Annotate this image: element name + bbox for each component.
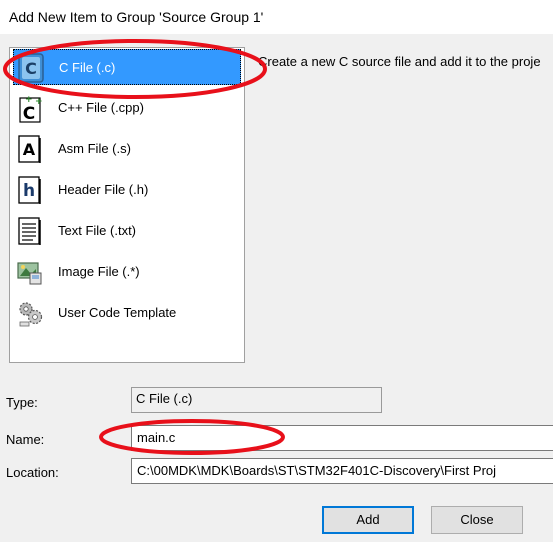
list-item-label: Image File (.*) bbox=[58, 264, 140, 279]
list-item-label: Text File (.txt) bbox=[58, 223, 137, 238]
location-input[interactable]: C:\00MDK\MDK\Boards\ST\STM32F401C-Discov… bbox=[131, 458, 553, 484]
list-item-header-file[interactable]: h Header File (.h) bbox=[13, 172, 241, 208]
type-field: C File (.c) bbox=[131, 387, 382, 413]
file-type-description: Create a new C source file and add it to… bbox=[258, 54, 541, 69]
list-item-label: C++ File (.cpp) bbox=[58, 100, 144, 115]
list-item-asm-file[interactable]: A Asm File (.s) bbox=[13, 131, 241, 167]
code-template-icon bbox=[19, 302, 43, 327]
location-label: Location: bbox=[6, 465, 59, 480]
add-button[interactable]: Add bbox=[322, 506, 414, 534]
image-file-icon bbox=[17, 262, 42, 285]
cpp-file-icon: C + + bbox=[19, 95, 43, 123]
type-label: Type: bbox=[6, 395, 38, 410]
svg-text:C: C bbox=[23, 104, 35, 123]
title-bar: Add New Item to Group 'Source Group 1' bbox=[0, 0, 553, 34]
list-item-image-file[interactable]: Image File (.*) bbox=[13, 254, 241, 290]
svg-text:+: + bbox=[25, 95, 33, 105]
file-type-list[interactable]: C C File (.c) C + + C++ File (.cpp) A As… bbox=[9, 47, 245, 363]
list-item-label: User Code Template bbox=[58, 305, 177, 320]
list-item-text-file[interactable]: Text File (.txt) bbox=[13, 213, 241, 249]
close-button[interactable]: Close bbox=[431, 506, 523, 534]
svg-text:h: h bbox=[23, 181, 35, 201]
list-item-label: C File (.c) bbox=[59, 60, 116, 75]
name-label: Name: bbox=[6, 432, 45, 447]
list-item-user-code-template[interactable]: User Code Template bbox=[13, 295, 241, 331]
svg-text:C: C bbox=[25, 59, 37, 78]
list-item-label: Header File (.h) bbox=[58, 182, 149, 197]
name-input[interactable]: main.c bbox=[131, 425, 553, 451]
list-item-label: Asm File (.s) bbox=[58, 141, 131, 156]
svg-text:+: + bbox=[35, 97, 43, 107]
asm-file-icon: A bbox=[18, 135, 41, 163]
window-title: Add New Item to Group 'Source Group 1' bbox=[9, 9, 264, 25]
list-item-cpp-file[interactable]: C + + C++ File (.cpp) bbox=[13, 90, 241, 126]
list-item-c-file[interactable]: C C File (.c) bbox=[13, 49, 241, 85]
dialog-body: C C File (.c) C + + C++ File (.cpp) A As… bbox=[0, 34, 553, 542]
header-file-icon: h bbox=[18, 176, 41, 204]
svg-text:A: A bbox=[23, 140, 36, 159]
c-file-icon: C bbox=[18, 53, 44, 83]
text-file-icon bbox=[18, 217, 41, 245]
